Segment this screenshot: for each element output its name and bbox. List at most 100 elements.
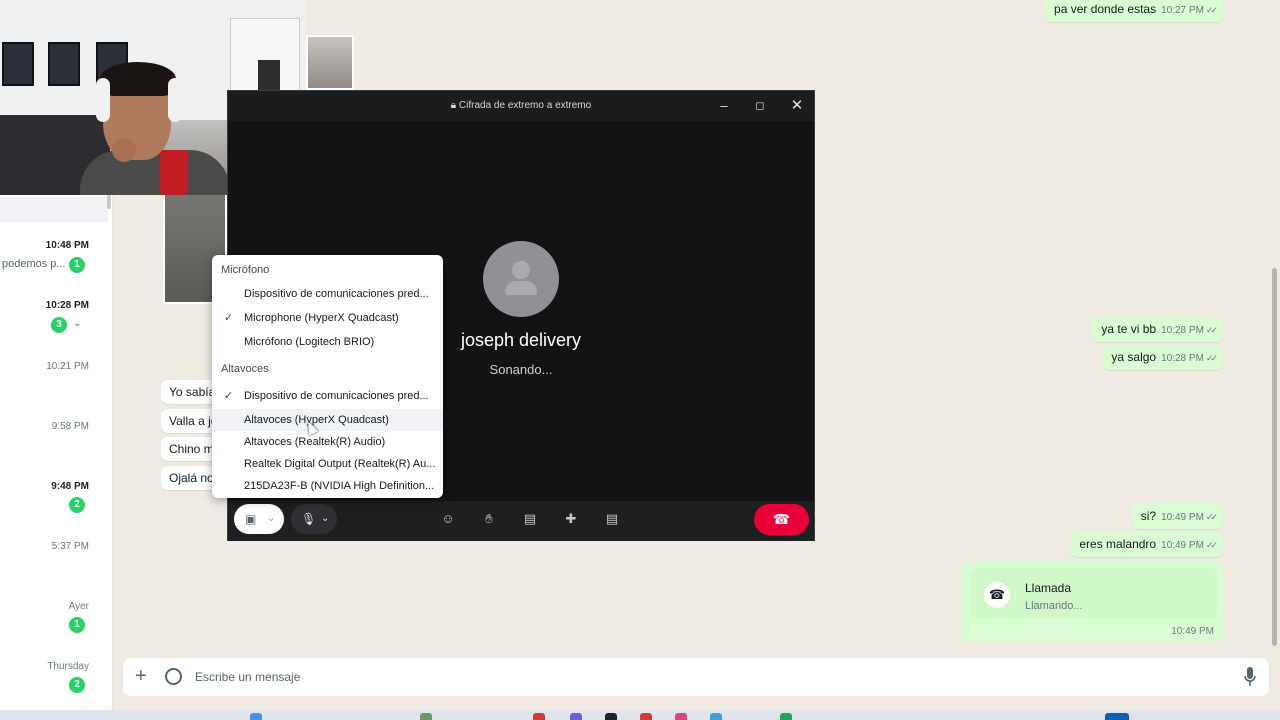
speaker-option[interactable]: 215DA23F-B (NVIDIA High Definition... [212, 475, 443, 497]
captions-icon[interactable]: ▤ [603, 511, 621, 527]
webcam-poster [2, 42, 34, 86]
taskbar-app-icon[interactable] [420, 713, 432, 720]
message-text: ya te vi bb [1101, 322, 1157, 336]
message-text: Chino m [169, 442, 214, 456]
unread-badge: 3 [51, 317, 67, 333]
chat-scrollbar[interactable] [1272, 268, 1277, 646]
chat-list-time: Ayer [68, 601, 89, 612]
plus-icon[interactable]: + [135, 666, 147, 686]
message-text: Yo sabía [169, 385, 216, 399]
close-button[interactable]: ✕ [785, 96, 809, 116]
read-ticks-icon: ✓✓ [1205, 512, 1218, 522]
option-label: Microphone (HyperX Quadcast) [244, 312, 399, 324]
chat-list-time: 9:48 PM [51, 481, 89, 492]
option-label: Dispositivo de comunicaciones pred... [244, 288, 429, 300]
chat-list-time: 10:28 PM [45, 300, 89, 311]
speaker-option[interactable]: ✓ Dispositivo de comunicaciones pred... [212, 385, 443, 407]
outgoing-message: eres malandro 10:49 PM ✓✓ [1070, 532, 1223, 557]
webcam-headphones [96, 78, 110, 122]
checkmark-icon: ✓ [224, 390, 234, 402]
microphone-option[interactable]: Dispositivo de comunicaciones pred... [212, 283, 443, 305]
camera-off-icon: ▣ [245, 512, 257, 526]
unread-badge: 2 [69, 677, 85, 693]
mic-icon: 🎙︎ [301, 512, 317, 526]
avatar-head [512, 261, 530, 279]
call-message-card[interactable]: ☎ Llamada Llamando... 10:49 PM [961, 562, 1223, 642]
microphone-toggle-button[interactable]: 🎙︎ ⌄ [291, 504, 337, 534]
minimize-button[interactable]: – [712, 96, 736, 116]
message-text: pa ver donde estas [1054, 2, 1157, 16]
unread-badge: 1 [69, 617, 85, 633]
webcam-person-hand [112, 138, 136, 162]
read-ticks-icon: ✓✓ [1205, 353, 1218, 363]
read-ticks-icon: ✓✓ [1205, 325, 1218, 335]
lock-icon: 🔒︎ [450, 100, 457, 111]
chevron-down-icon[interactable]: ⌄ [321, 511, 329, 527]
chevron-down-icon[interactable]: ⌄ [267, 511, 275, 527]
call-card-time: 10:49 PM [1171, 626, 1214, 637]
call-card-subtitle: Llamando... [1025, 600, 1083, 612]
outgoing-message: pa ver donde estas 10:27 PM ✓✓ [1045, 0, 1223, 22]
maximize-button[interactable]: ◻ [748, 96, 772, 116]
audio-device-menu: Micrófono Dispositivo de comunicaciones … [212, 255, 443, 498]
message-time: 10:49 PM [1161, 540, 1204, 551]
message-text: si? [1140, 509, 1157, 523]
webcam-poster [48, 42, 80, 86]
option-label: Realtek Digital Output (Realtek(R) Au... [244, 458, 436, 470]
chat-list-item-selected[interactable] [0, 197, 108, 222]
webcam-headphones [168, 78, 182, 122]
message-time: 10:49 PM [1161, 512, 1204, 523]
taskbar-app-icon[interactable] [1105, 713, 1129, 720]
taskbar-app-icon[interactable] [640, 713, 652, 720]
webcam-microphone [160, 150, 188, 195]
speaker-option[interactable]: Altavoces (HyperX Quadcast) [212, 409, 443, 431]
taskbar-app-icon[interactable] [605, 713, 617, 720]
emoji-icon[interactable]: ☺ [439, 511, 457, 527]
add-participant-icon[interactable]: ✚ [562, 511, 580, 527]
contact-avatar [483, 241, 559, 317]
chevron-down-icon[interactable]: ⌄ [73, 318, 81, 329]
chat-list-scrollbar[interactable] [107, 195, 111, 209]
option-label: Micrófono (Logitech BRIO) [244, 336, 375, 348]
screen-share-icon[interactable]: ▤ [521, 511, 539, 527]
message-text: ya salgo [1111, 350, 1157, 364]
message-text: eres malandro [1079, 537, 1157, 551]
option-label: Dispositivo de comunicaciones pred... [244, 390, 429, 402]
taskbar-app-icon[interactable] [710, 713, 722, 720]
chat-list-preview: podemos p... [2, 258, 66, 270]
image-message-thumbnail[interactable] [306, 35, 354, 90]
taskbar-app-icon[interactable] [533, 713, 545, 720]
webcam-person-hair [100, 62, 176, 96]
outgoing-message: ya salgo 10:28 PM ✓✓ [1102, 345, 1223, 370]
taskbar-app-icon[interactable] [780, 713, 792, 720]
outgoing-message: ya te vi bb 10:28 PM ✓✓ [1092, 317, 1223, 342]
outgoing-message: si? 10:49 PM ✓✓ [1131, 504, 1223, 529]
message-input[interactable]: Escribe un mensaje [195, 670, 300, 684]
mic-icon[interactable] [1244, 667, 1256, 687]
microphone-option[interactable]: ✓ Microphone (HyperX Quadcast) [212, 307, 443, 329]
option-label: 215DA23F-B (NVIDIA High Definition... [244, 480, 435, 492]
option-label: Altavoces (HyperX Quadcast) [244, 414, 389, 426]
message-text: Ojalá no [169, 471, 214, 485]
speaker-option[interactable]: Realtek Digital Output (Realtek(R) Au... [212, 453, 443, 475]
taskbar-app-icon[interactable] [570, 713, 582, 720]
camera-toggle-button[interactable]: ▣ ⌄ [234, 504, 284, 534]
raise-hand-icon[interactable]: ✋︎ [480, 511, 498, 527]
sticker-icon[interactable] [165, 668, 182, 685]
microphone-option[interactable]: Micrófono (Logitech BRIO) [212, 331, 443, 353]
message-composer: + Escribe un mensaje [123, 658, 1269, 696]
speakers-section-header: Altavoces [221, 363, 269, 375]
message-time: 10:28 PM [1161, 325, 1204, 336]
chat-list-time: 5:37 PM [51, 541, 89, 552]
chat-list-time: 10:48 PM [45, 240, 89, 251]
taskbar-app-icon[interactable] [250, 713, 262, 720]
chat-list-time: Thursday [47, 661, 89, 672]
hang-up-button[interactable]: ☎ [754, 504, 809, 535]
read-ticks-icon: ✓✓ [1205, 5, 1218, 15]
taskbar-app-icon[interactable] [675, 713, 687, 720]
speaker-option[interactable]: Altavoces (Realtek(R) Audio) [212, 431, 443, 453]
chat-list-time: 9:58 PM [51, 421, 89, 432]
call-window-titlebar[interactable]: 🔒︎ Cifrada de extremo a extremo – ◻ ✕ [228, 91, 814, 121]
unread-badge: 1 [69, 257, 85, 273]
checkmark-icon: ✓ [224, 312, 234, 324]
